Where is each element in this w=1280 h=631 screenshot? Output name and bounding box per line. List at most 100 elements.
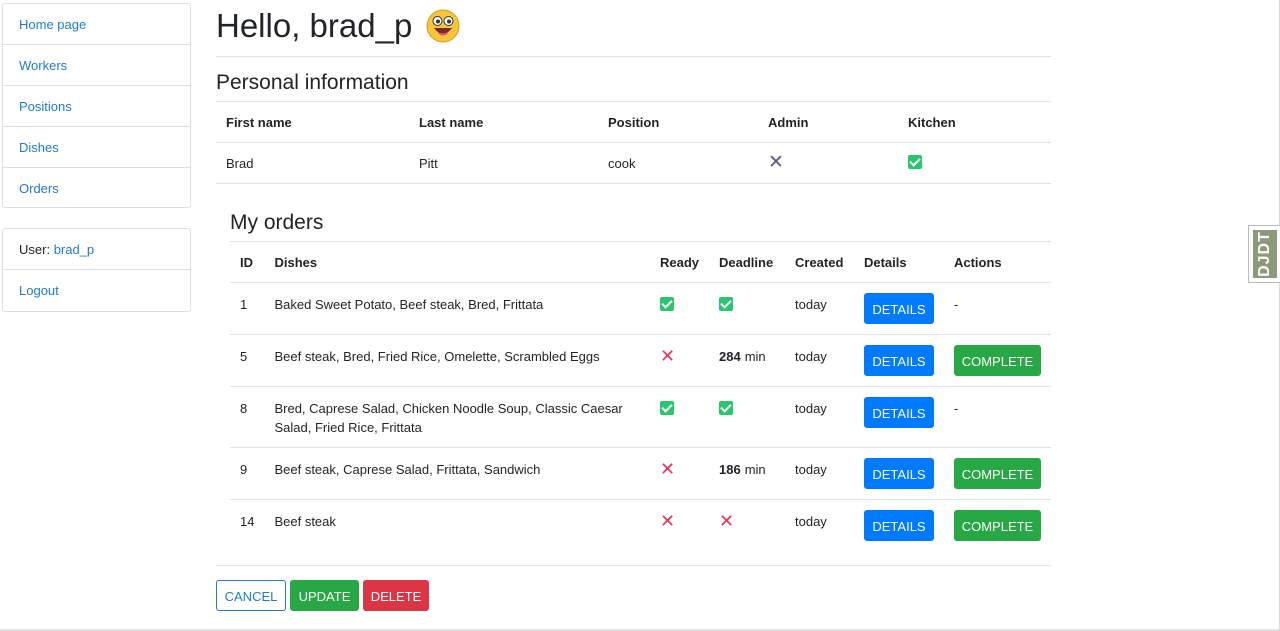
column-header: First name: [226, 114, 292, 130]
order-created-cell: today: [795, 514, 827, 529]
column-header: Admin: [768, 114, 809, 130]
order-ready-cell: [650, 283, 709, 335]
order-ready-cell: ✕: [650, 335, 709, 387]
first-name-cell: Brad: [226, 155, 254, 171]
sidebar-item-label[interactable]: Orders: [19, 181, 59, 196]
details-button[interactable]: DETAILS: [863, 458, 934, 489]
order-id-cell: 1: [240, 297, 248, 312]
table-row: 9 Beef steak, Caprese Salad, Frittata, Sa…: [230, 447, 1051, 500]
column-header: Created: [795, 254, 844, 270]
complete-button[interactable]: COMPLETE: [953, 458, 1041, 489]
order-deadline-cell: [709, 283, 785, 335]
logout-item[interactable]: Logout: [3, 270, 190, 311]
checkmark-icon: [659, 401, 674, 415]
order-ready-cell: [650, 387, 709, 448]
order-created-cell: today: [795, 297, 827, 312]
sidebar-item-positions[interactable]: Positions: [3, 86, 190, 127]
column-header: Deadline: [719, 254, 774, 270]
cross-icon: ✕: [659, 346, 676, 366]
orders-table: ID Dishes Ready Deadline Created Details…: [230, 241, 1051, 552]
order-ready-cell: ✕: [650, 448, 709, 500]
order-id-cell: 14: [240, 514, 255, 529]
deadline-minutes: 186: [719, 462, 741, 477]
checkmark-icon: [719, 297, 734, 311]
column-header: Actions: [953, 254, 1002, 270]
admin-cell: ✕: [758, 143, 898, 184]
details-button[interactable]: DETAILS: [863, 510, 934, 541]
order-details-cell: DETAILS: [854, 335, 944, 387]
details-button[interactable]: DETAILS: [863, 293, 934, 324]
column-header: Dishes: [274, 254, 318, 270]
complete-button[interactable]: COMPLETE: [953, 510, 1041, 541]
personal-info-title: Personal information: [216, 71, 409, 94]
username-link[interactable]: brad_p: [54, 242, 94, 257]
checkmark-icon: [659, 297, 674, 311]
order-details-cell: DETAILS: [854, 387, 944, 448]
kitchen-cell: [898, 143, 1051, 184]
debug-toolbar-handle[interactable]: DJDT: [1248, 225, 1280, 283]
sidebar-item-home[interactable]: Home page: [3, 4, 190, 45]
divider: [216, 56, 1051, 57]
table-header-row: First name Last name Position Admin Kitc…: [216, 101, 1051, 143]
order-actions-cell: -: [944, 387, 1051, 448]
cancel-button[interactable]: CANCEL: [216, 580, 286, 611]
column-header: Kitchen: [908, 114, 956, 130]
order-actions-cell: -: [944, 283, 1051, 335]
logout-link[interactable]: Logout: [19, 283, 59, 298]
order-dishes-cell: Bred, Caprese Salad, Chicken Noodle Soup…: [274, 401, 623, 435]
complete-button[interactable]: COMPLETE: [953, 345, 1041, 376]
order-ready-cell: ✕: [650, 500, 709, 552]
order-deadline-cell: 186 min: [709, 448, 785, 500]
order-details-cell: DETAILS: [854, 283, 944, 335]
page-title: Hello, brad_p: [216, 7, 413, 44]
cross-icon: ✕: [768, 151, 784, 173]
order-created-cell: today: [795, 401, 827, 416]
user-label: User:: [19, 241, 51, 257]
order-dishes-cell: Beef steak, Caprese Salad, Frittata, San…: [274, 462, 541, 477]
divider: [216, 565, 1051, 566]
order-details-cell: DETAILS: [854, 500, 944, 552]
personal-info-table: First name Last name Position Admin Kitc…: [216, 101, 1051, 184]
sidebar-item-label[interactable]: Positions: [19, 99, 72, 114]
sidebar-nav: Home page Workers Positions Dishes Order…: [2, 3, 191, 208]
sidebar-item-dishes[interactable]: Dishes: [3, 127, 190, 168]
table-row: 5 Beef steak, Bred, Fried Rice, Omelette,…: [230, 334, 1051, 387]
order-id-cell: 8: [240, 401, 248, 416]
sidebar-item-label[interactable]: Home page: [19, 17, 86, 32]
order-id-cell: 9: [240, 462, 248, 477]
table-row: 1 Baked Sweet Potato, Beef steak, Bred, F…: [230, 282, 1051, 335]
deadline-unit: min: [744, 349, 766, 364]
order-dishes-cell: Beef steak: [274, 514, 336, 529]
user-item: User: brad_p: [3, 229, 190, 270]
delete-button[interactable]: DELETE: [363, 580, 429, 611]
details-button[interactable]: DETAILS: [863, 397, 934, 428]
sidebar-item-label[interactable]: Dishes: [19, 140, 59, 155]
update-button[interactable]: UPDATE: [290, 580, 359, 611]
order-dishes-cell: Baked Sweet Potato, Beef steak, Bred, Fr…: [274, 297, 544, 312]
sidebar-item-orders[interactable]: Orders: [3, 168, 190, 209]
grinning-face-icon: [426, 9, 460, 43]
sidebar-item-workers[interactable]: Workers: [3, 45, 190, 86]
cross-icon: ✕: [719, 511, 735, 531]
order-deadline-cell: [709, 387, 785, 448]
details-button[interactable]: DETAILS: [863, 345, 934, 376]
column-header: Ready: [659, 254, 700, 270]
last-name-cell: Pitt: [419, 155, 438, 171]
table-row: Brad Pitt cook ✕: [216, 142, 1051, 184]
checkmark-icon: [719, 401, 734, 415]
orders-title: My orders: [230, 211, 324, 234]
order-deadline-cell: ✕: [709, 500, 785, 552]
table-row: 8 Bred, Caprese Salad, Chicken Noodle Sou…: [230, 386, 1051, 448]
deadline-unit: min: [744, 462, 766, 477]
user-panel: User: brad_p Logout: [2, 228, 191, 312]
order-deadline-cell: 284 min: [709, 335, 785, 387]
no-action-text: -: [953, 401, 959, 416]
no-action-text: -: [953, 297, 959, 312]
checkmark-icon: [908, 154, 922, 169]
column-header: Details: [863, 254, 907, 270]
order-actions-cell: COMPLETE: [944, 335, 1051, 387]
column-header: Position: [608, 114, 660, 130]
sidebar-item-label[interactable]: Workers: [19, 58, 67, 73]
cross-icon: ✕: [659, 459, 676, 479]
cross-icon: ✕: [659, 511, 676, 531]
